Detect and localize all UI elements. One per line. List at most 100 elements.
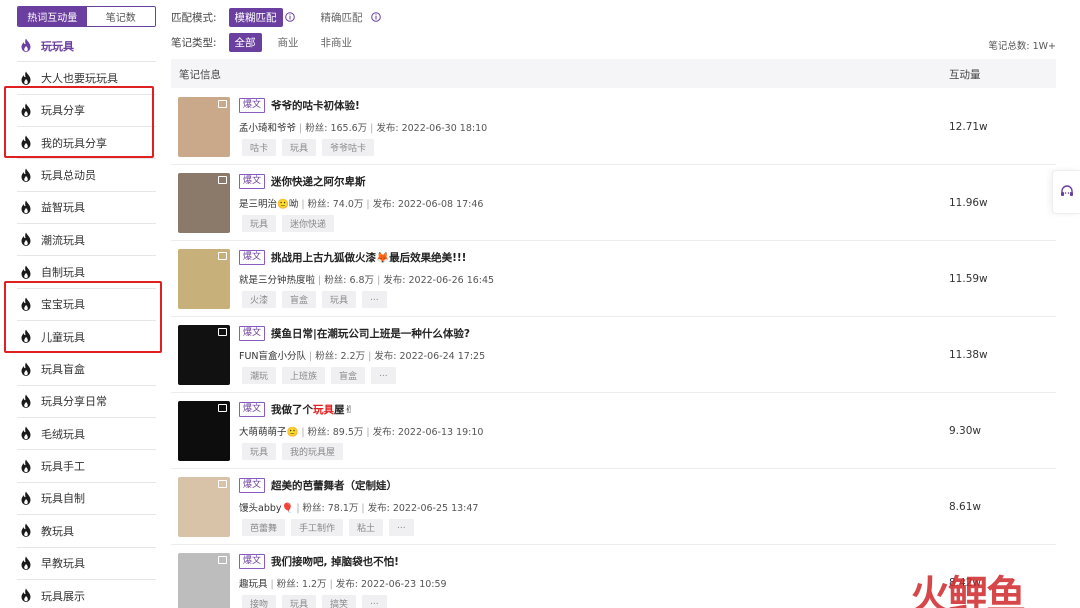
fans-count: 粉丝: 1.2万 xyxy=(276,579,327,590)
tab-note-count[interactable]: 笔记数 xyxy=(86,7,155,26)
note-title[interactable]: 爆文 挑战用上古九狐做火漆🦊最后效果绝美!!! xyxy=(239,250,466,265)
tag[interactable]: 搞笑 xyxy=(322,595,357,608)
author-name[interactable]: 馒头abby🎈 xyxy=(239,503,293,514)
note-type-noncommercial[interactable]: 非商业 xyxy=(315,33,359,52)
author-name[interactable]: FUN盲盒小分队 xyxy=(239,351,306,362)
tag[interactable]: 玩具 xyxy=(282,139,317,156)
sidebar-item[interactable]: 玩具自制 xyxy=(17,483,156,516)
note-title[interactable]: 爆文 超美的芭蕾舞者（定制娃） xyxy=(239,478,397,493)
sidebar-item[interactable]: 早教玩具 xyxy=(17,548,156,580)
note-title[interactable]: 爆文 爷爷的咕卡初体验! xyxy=(239,98,360,113)
table-header: 笔记信息 互动量 xyxy=(171,59,1056,88)
note-thumbnail[interactable] xyxy=(178,401,230,461)
sidebar-item[interactable]: 玩具分享日常 xyxy=(17,386,156,419)
author-name[interactable]: 是三明治🙂呦 xyxy=(239,199,298,210)
sidebar-item[interactable]: 益智玩具 xyxy=(17,192,156,225)
note-title[interactable]: 爆文 摸鱼日常|在潮玩公司上班是一种什么体验? xyxy=(239,326,470,341)
tag[interactable]: 咕卡 xyxy=(242,139,277,156)
note-thumbnail[interactable] xyxy=(178,553,230,608)
fans-count: 粉丝: 89.5万 xyxy=(307,427,364,438)
header-note-info: 笔记信息 xyxy=(179,69,221,81)
sidebar-item[interactable]: 玩具盲盒 xyxy=(17,353,156,386)
note-meta: FUN盲盒小分队 | 粉丝: 2.2万 | 发布: 2022-06-24 17:25 xyxy=(239,348,485,362)
tag[interactable]: 火漆 xyxy=(242,291,277,308)
note-title-text: 摸鱼日常|在潮玩公司上班是一种什么体验? xyxy=(271,328,470,340)
total-notes: 笔记总数: 1W+ xyxy=(988,41,1056,52)
table-row[interactable]: 爆文 爷爷的咕卡初体验! 孟小琦和爷爷 | 粉丝: 165.6万 | 发布: 2022-06… xyxy=(171,89,1056,165)
note-type-commercial[interactable]: 商业 xyxy=(272,33,305,52)
tag[interactable]: ... xyxy=(371,367,396,384)
sidebar-item[interactable]: 玩具分享 xyxy=(17,95,156,128)
table-row[interactable]: 爆文 超美的芭蕾舞者（定制娃） 馒头abby🎈 | 粉丝: 78.1万 | 发布: 2022… xyxy=(171,469,1056,545)
sidebar-item[interactable]: 毛绒玩具 xyxy=(17,418,156,451)
tag[interactable]: 粘土 xyxy=(349,519,384,536)
sidebar-item-label: 早教玩具 xyxy=(41,557,85,571)
note-meta: 是三明治🙂呦 | 粉丝: 74.0万 | 发布: 2022-06-08 17:46 xyxy=(239,196,483,210)
tag[interactable]: 玩具 xyxy=(322,291,357,308)
tab-hot-interaction[interactable]: 热词互动量 xyxy=(18,7,87,26)
sidebar-item[interactable]: 儿童玩具 xyxy=(17,321,156,354)
fire-icon xyxy=(21,38,31,53)
sidebar-item[interactable]: 玩具总动员 xyxy=(17,159,156,192)
tag[interactable]: 手工制作 xyxy=(291,519,344,536)
note-thumbnail[interactable] xyxy=(178,97,230,157)
match-mode-exact[interactable]: 精确匹配 xyxy=(315,8,369,27)
author-name[interactable]: 就是三分钟热度啦 xyxy=(239,275,315,286)
sidebar-item-label: 玩具分享日常 xyxy=(41,395,107,409)
tag[interactable]: 潮玩 xyxy=(242,367,277,384)
tag[interactable]: ... xyxy=(362,595,387,608)
sidebar-item[interactable]: 我的玩具分享 xyxy=(17,127,156,160)
info-icon[interactable] xyxy=(370,12,381,22)
sidebar-item[interactable]: 大人也要玩玩具 xyxy=(17,62,156,95)
tag[interactable]: 迷你快递 xyxy=(282,215,335,232)
table-row[interactable]: 爆文 迷你快递之阿尔卑斯是三明治🙂呦 | 粉丝: 74.0万 | 发布: 2022-06-… xyxy=(171,165,1056,241)
tag[interactable]: ... xyxy=(362,291,387,308)
note-thumbnail[interactable] xyxy=(178,477,230,537)
sidebar-item[interactable]: 玩玩具 xyxy=(17,30,156,63)
match-mode-label: 匹配模式: xyxy=(171,11,217,24)
tag[interactable]: 盲盒 xyxy=(282,291,317,308)
note-title[interactable]: 爆文 我做了个 玩具 屋✌ xyxy=(239,402,353,417)
sidebar-item[interactable]: 玩具手工 xyxy=(17,450,156,483)
customer-service-button[interactable] xyxy=(1052,170,1080,214)
tag[interactable]: 盲盒 xyxy=(331,367,366,384)
author-name[interactable]: 孟小琦和爷爷 xyxy=(239,123,296,134)
tag[interactable]: 玩具 xyxy=(282,595,317,608)
video-icon xyxy=(218,176,227,184)
info-icon[interactable] xyxy=(284,12,295,22)
tag[interactable]: 爷爷咕卡 xyxy=(322,139,375,156)
sidebar-item[interactable]: 宝宝玩具 xyxy=(17,289,156,322)
author-name[interactable]: 趣玩具 xyxy=(239,579,268,590)
sidebar-item-label: 玩具手工 xyxy=(41,460,85,474)
tag[interactable]: 接吻 xyxy=(242,595,277,608)
table-row[interactable]: 爆文 我做了个 玩具 屋✌ 大萌萌萌子🙂 | 粉丝: 89.5万 | 发布: 2022-06-1… xyxy=(171,393,1056,469)
table-row[interactable]: 爆文 挑战用上古九狐做火漆🦊最后效果绝美!!! 就是三分钟热度啦 | 粉丝: 6.8万 |… xyxy=(171,241,1056,317)
separator: | xyxy=(296,503,300,514)
note-thumbnail[interactable] xyxy=(178,325,230,385)
header-interaction[interactable]: 互动量 xyxy=(949,67,981,82)
note-thumbnail[interactable] xyxy=(178,249,230,309)
note-title[interactable]: 爆文 我们接吻吧, 掉脑袋也不怕! xyxy=(239,554,399,569)
tag[interactable]: 玩具 xyxy=(242,215,277,232)
publish-time: 发布: 2022-06-26 16:45 xyxy=(383,275,495,286)
tag[interactable]: 上班族 xyxy=(282,367,326,384)
sidebar-item[interactable]: 潮流玩具 xyxy=(17,224,156,257)
tag[interactable]: 我的玩具屋 xyxy=(282,443,344,460)
tag[interactable]: ... xyxy=(389,519,414,536)
sidebar-item[interactable]: 教玩具 xyxy=(17,515,156,548)
video-icon xyxy=(218,328,227,336)
sidebar-item[interactable]: 自制玩具 xyxy=(17,256,156,289)
tag[interactable]: 芭蕾舞 xyxy=(242,519,286,536)
table-row[interactable]: 爆文 摸鱼日常|在潮玩公司上班是一种什么体验? FUN盲盒小分队 | 粉丝: 2.2万 |… xyxy=(171,317,1056,393)
sidebar-item[interactable]: 玩具展示 xyxy=(17,580,156,608)
note-type-all[interactable]: 全部 xyxy=(228,32,262,52)
tag[interactable]: 玩具 xyxy=(242,443,277,460)
hot-badge: 爆文 xyxy=(239,478,266,493)
tag-list: 芭蕾舞 手工制作 粘土... xyxy=(242,519,420,536)
match-mode-fuzzy[interactable]: 模糊匹配 xyxy=(228,7,283,27)
publish-time: 发布: 2022-06-23 10:59 xyxy=(335,579,447,590)
note-title[interactable]: 爆文 迷你快递之阿尔卑斯 xyxy=(239,174,366,189)
author-name[interactable]: 大萌萌萌子🙂 xyxy=(239,427,298,438)
sidebar-item-label: 玩玩具 xyxy=(41,39,74,53)
note-thumbnail[interactable] xyxy=(178,173,230,233)
